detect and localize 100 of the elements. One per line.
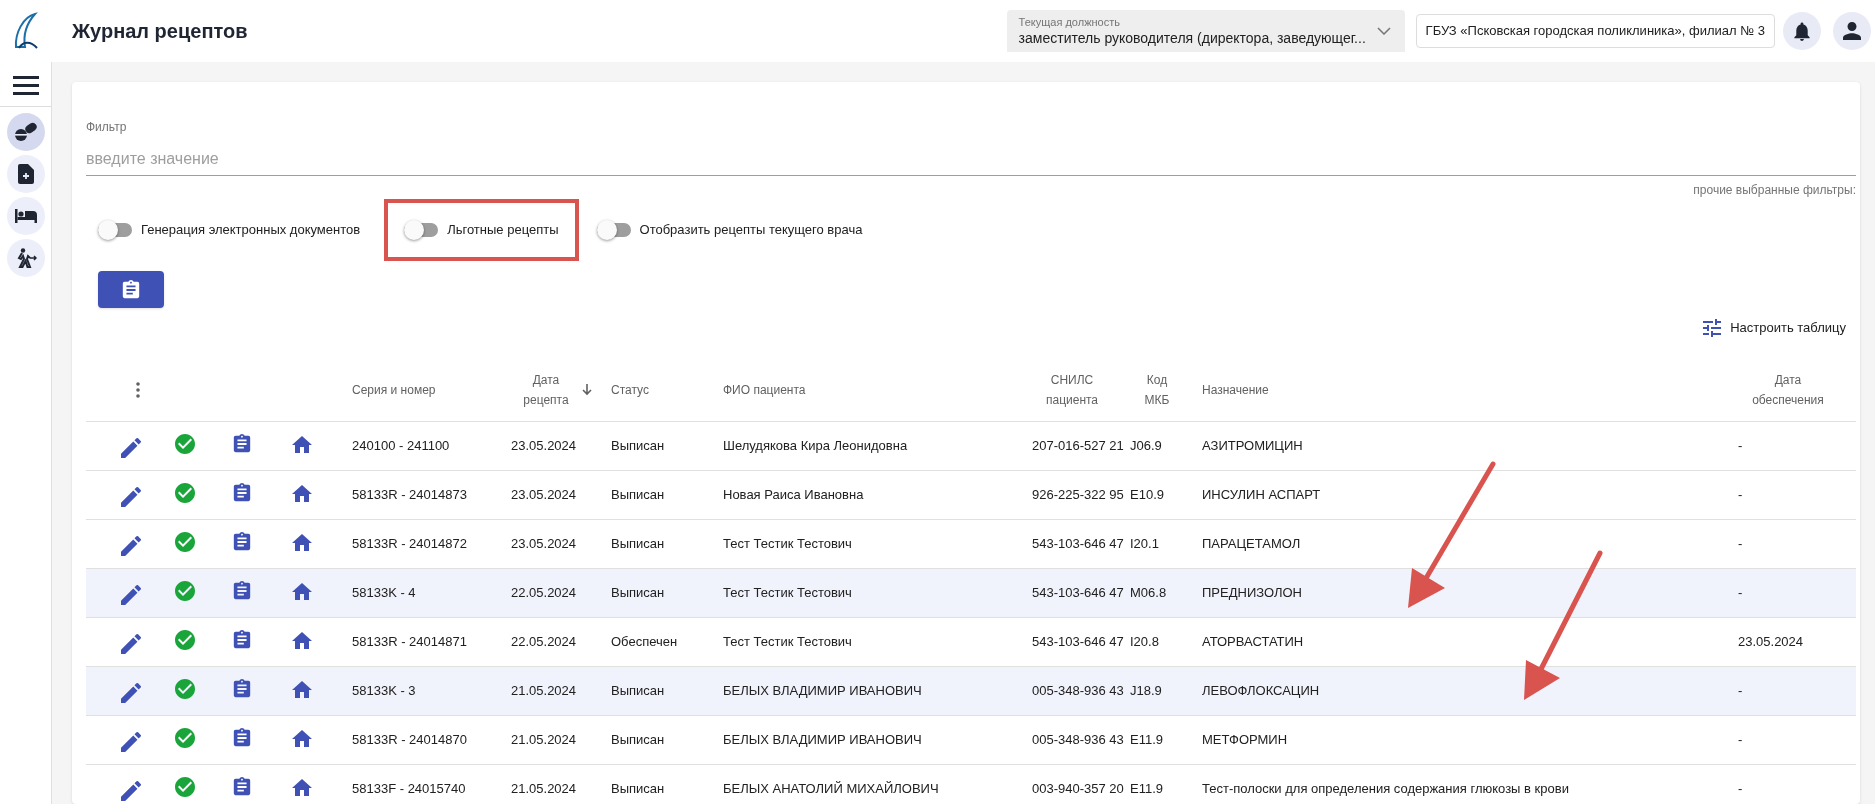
table-cell: АЗИТРОМИЦИН	[1202, 437, 1303, 453]
sort-arrow-icon[interactable]	[582, 384, 592, 396]
table-cell: 23.05.2024	[511, 486, 577, 502]
table-cell: 58133R - 24014872	[352, 535, 467, 551]
toggle-label: Отобразить рецепты текущего врача	[639, 221, 863, 240]
pencil-icon[interactable]	[121, 584, 141, 605]
table-cell: 003-940-357 20	[1032, 780, 1124, 796]
toggle-switch[interactable]	[596, 220, 633, 240]
table-cell: Выписан	[611, 535, 665, 551]
home-icon[interactable]	[292, 533, 312, 552]
table-cell: 21.05.2024	[511, 682, 577, 698]
table-cell: 543-103-646 47	[1032, 535, 1124, 551]
configure-table-button[interactable]: Настроить таблицу	[1703, 318, 1846, 338]
table-cell: J06.9	[1130, 437, 1162, 453]
column-header[interactable]: Дата рецепта	[516, 370, 576, 410]
bed-icon	[14, 209, 37, 223]
column-header[interactable]: Серия и номер	[352, 380, 436, 400]
pencil-icon[interactable]	[121, 731, 141, 752]
sidebar-item[interactable]	[6, 239, 45, 277]
table-cell: -	[1738, 486, 1743, 502]
table-cell: 240100 - 241100	[352, 437, 450, 453]
clipboard-icon[interactable]	[232, 433, 252, 454]
table-cell: БЕЛЫХ ВЛАДИМИР ИВАНОВИЧ	[723, 731, 922, 747]
clipboard-icon[interactable]	[232, 727, 252, 748]
table-cell: 23.05.2024	[1738, 633, 1804, 649]
clipboard-icon[interactable]	[232, 580, 252, 601]
table-cell: Выписан	[611, 486, 665, 502]
pencil-icon[interactable]	[121, 437, 141, 458]
table-cell: Выписан	[611, 437, 665, 453]
table-cell: -	[1738, 437, 1743, 453]
toggle-switch[interactable]	[98, 220, 134, 240]
table-cell: M06.8	[1130, 584, 1167, 600]
pencil-icon[interactable]	[121, 535, 141, 556]
table-cell: 58133R - 24014871	[352, 633, 467, 649]
document-plus-icon	[17, 164, 34, 184]
more-vertical-icon[interactable]	[136, 382, 140, 398]
organization-field[interactable]: ГБУЗ «Псковская городская поликлиника», филиал № 3	[1415, 14, 1775, 48]
table-cell: J18.9	[1130, 682, 1162, 698]
table-cell: 22.05.2024	[511, 584, 577, 600]
clipboard-icon[interactable]	[232, 531, 252, 552]
home-icon[interactable]	[292, 582, 312, 601]
table-cell: 58133R - 24014873	[352, 486, 467, 502]
table-cell: Тест-полоски для определения содержания глюкозы в крови	[1202, 780, 1569, 796]
home-icon[interactable]	[292, 484, 312, 503]
table-cell: Выписан	[611, 780, 665, 796]
table-cell: 543-103-646 47	[1032, 633, 1124, 649]
pencil-icon[interactable]	[121, 486, 141, 507]
table-cell: -	[1738, 584, 1743, 600]
table-cell: 005-348-936 43	[1032, 682, 1124, 698]
table-cell: -	[1738, 682, 1743, 698]
home-icon[interactable]	[292, 729, 312, 748]
table-cell: I20.8	[1130, 633, 1159, 649]
column-header[interactable]: Назначение	[1202, 380, 1269, 400]
column-header[interactable]: СНИЛС пациента	[1042, 370, 1102, 410]
position-dropdown[interactable]: Текущая должность заместитель руководителя (директора, заведующег...	[1006, 10, 1405, 52]
home-icon[interactable]	[292, 680, 312, 699]
home-icon[interactable]	[292, 435, 312, 454]
clipboard-icon[interactable]	[232, 678, 252, 699]
table-cell: ЛЕВОФЛОКСАЦИН	[1202, 682, 1320, 698]
page-title: Журнал рецептов	[72, 19, 248, 44]
table-row[interactable]: 58133K - 4 22.05.2024 Выписан Тест Тестик Тестович 543-103-646 47 M06.8 ПРЕДНИЗОЛОН -	[86, 568, 1856, 618]
pencil-icon[interactable]	[121, 682, 141, 703]
table-cell: E11.9	[1130, 780, 1163, 796]
sidebar-item[interactable]	[6, 113, 45, 151]
column-header[interactable]: Статус	[611, 380, 649, 400]
table-cell: 58133K - 4	[352, 584, 416, 600]
clipboard-icon[interactable]	[232, 629, 252, 650]
filter-label: Фильтр	[86, 119, 128, 136]
home-icon[interactable]	[292, 631, 312, 650]
clipboard-icon[interactable]	[232, 776, 252, 797]
notifications-button[interactable]	[1783, 12, 1821, 50]
table-cell: 926-225-322 95	[1032, 486, 1124, 502]
table-cell: 21.05.2024	[511, 731, 577, 747]
table-cell: ИНСУЛИН АСПАРТ	[1202, 486, 1321, 502]
tune-icon	[1703, 318, 1722, 337]
sidebar-item[interactable]	[6, 197, 45, 235]
toggle-label: Льготные рецепты	[447, 221, 559, 240]
home-icon[interactable]	[292, 778, 312, 797]
table-cell: Выписан	[611, 731, 665, 747]
column-header[interactable]: ФИО пациента	[723, 380, 806, 400]
table-row[interactable]: 58133K - 3 21.05.2024 Выписан БЕЛЫХ ВЛАДИМИР ИВАНОВИЧ 005-348-936 43 J18.9 ЛЕВОФЛОКСАЦИН -	[86, 666, 1856, 716]
table-cell: Выписан	[611, 584, 665, 600]
table-cell: Обеспечен	[611, 633, 678, 649]
bell-icon	[1794, 21, 1810, 41]
menu-button[interactable]	[12, 74, 39, 96]
table-cell: Шелудякова Кира Леонидовна	[723, 437, 908, 453]
pencil-icon[interactable]	[121, 780, 141, 801]
pencil-icon[interactable]	[121, 633, 141, 654]
table-cell: I20.1	[1130, 535, 1159, 551]
pills-icon	[13, 122, 38, 142]
sidebar-item[interactable]	[6, 155, 45, 193]
clipboard-icon[interactable]	[121, 279, 141, 300]
clipboard-icon[interactable]	[232, 482, 252, 503]
table-cell: Тест Тестик Тестович	[723, 584, 852, 600]
user-button[interactable]	[1833, 12, 1871, 50]
filter-input[interactable]: введите значение	[86, 142, 1856, 176]
column-header[interactable]: Дата обеспечения	[1748, 370, 1828, 410]
column-header[interactable]: Код МКБ	[1141, 370, 1173, 410]
other-filters-label: прочие выбранные фильтры:	[1693, 182, 1856, 199]
clipboard-button[interactable]	[98, 271, 164, 308]
